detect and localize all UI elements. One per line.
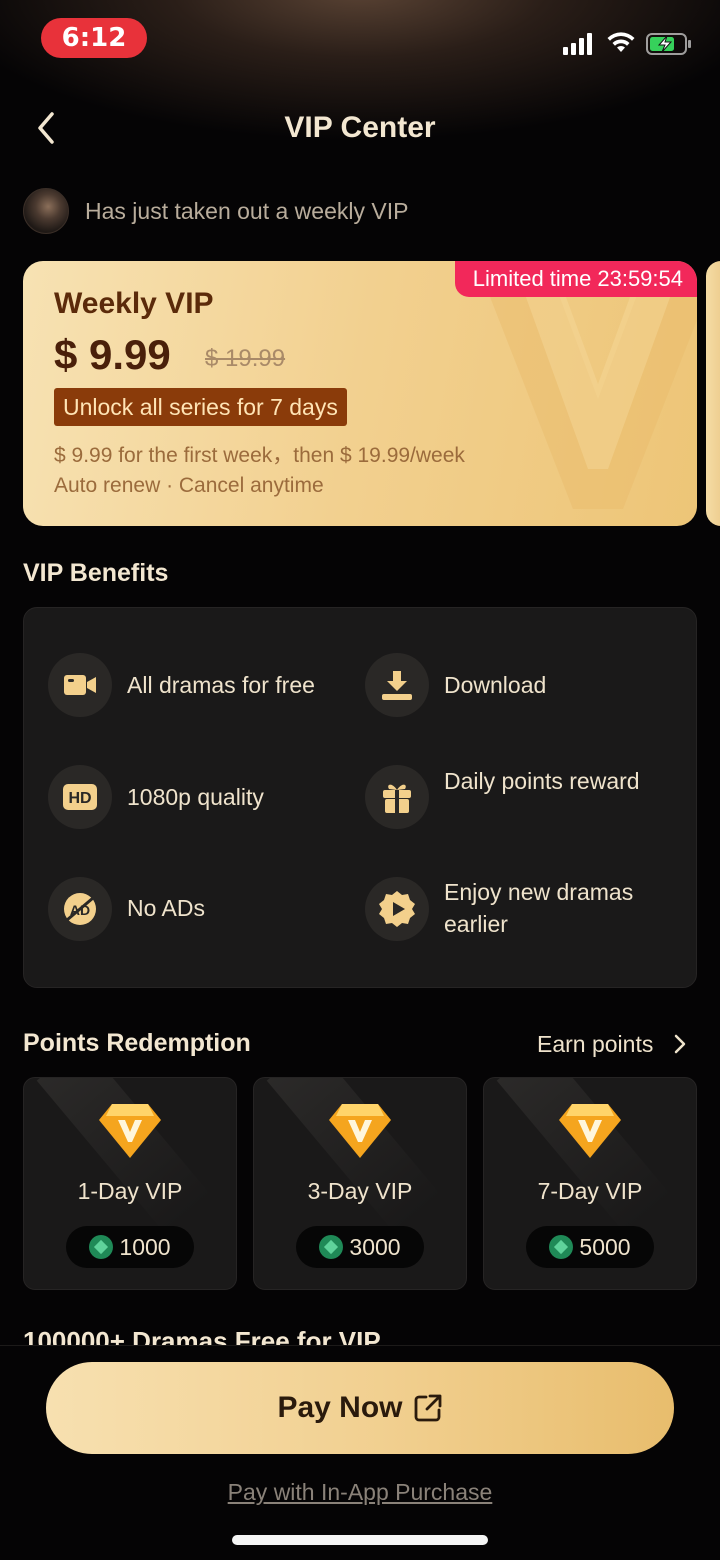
redeem-label: 1-Day VIP [77, 1178, 183, 1204]
chevron-right-icon[interactable] [673, 1034, 687, 1054]
cellular-signal-icon [563, 33, 592, 55]
benefit-download: Download [444, 672, 547, 698]
status-bar: 6:12 [0, 0, 720, 80]
limited-time-badge: Limited time 23:59:54 [454, 261, 697, 297]
pay-now-label: Pay Now [277, 1391, 403, 1424]
vip-gem-icon [559, 1104, 621, 1158]
countdown-timer: 23:59:54 [597, 266, 683, 291]
play-badge-icon [365, 877, 429, 941]
battery-charging-icon [646, 33, 691, 55]
weekly-vip-plan-card[interactable]: Limited time 23:59:54 Weekly VIP $ 9.99 $… [23, 261, 697, 526]
pricing-note: $ 9.99 for the first week，then $ 19.99/w… [54, 444, 465, 467]
points-coin-icon [549, 1235, 574, 1259]
no-ads-icon: AD [48, 877, 112, 941]
activity-text: Has just taken out a weekly VIP [85, 198, 409, 224]
vip-gem-icon [99, 1104, 161, 1158]
vip-watermark-icon [483, 279, 697, 509]
benefit-daily-points: Daily points reward [444, 768, 640, 794]
points-cost: 5000 [526, 1226, 654, 1268]
external-link-icon [414, 1394, 441, 1422]
original-price: $ 19.99 [205, 345, 286, 372]
unlock-tag: Unlock all series for 7 days [54, 388, 347, 426]
points-cost: 3000 [296, 1226, 424, 1268]
benefit-no-ads: No ADs [127, 895, 205, 921]
benefits-title: VIP Benefits [23, 559, 169, 587]
svg-text:HD: HD [68, 790, 91, 807]
vip-gem-icon [329, 1104, 391, 1158]
points-title: Points Redemption [23, 1029, 251, 1057]
earn-points-link[interactable]: Earn points [537, 1028, 653, 1060]
wifi-icon [607, 32, 635, 52]
redeem-7-day-vip[interactable]: 7-Day VIP 5000 [483, 1077, 697, 1290]
points-cost: 1000 [66, 1226, 194, 1268]
next-plan-card[interactable] [706, 261, 720, 526]
avatar [23, 188, 69, 234]
points-cost-value: 5000 [579, 1233, 631, 1260]
in-app-purchase-link[interactable]: Pay with In-App Purchase [0, 1477, 720, 1507]
points-coin-icon [89, 1235, 114, 1259]
home-indicator [232, 1535, 488, 1545]
benefit-new-dramas-earlier: Enjoy new dramas earlier [444, 879, 634, 937]
video-camera-icon [48, 653, 112, 717]
points-coin-icon [319, 1235, 344, 1259]
redeem-label: 7-Day VIP [537, 1178, 643, 1204]
redeem-1-day-vip[interactable]: 1-Day VIP 1000 [23, 1077, 237, 1290]
benefit-1080p: 1080p quality [127, 784, 264, 810]
status-time: 6:12 [41, 18, 147, 58]
redeem-3-day-vip[interactable]: 3-Day VIP 3000 [253, 1077, 467, 1290]
renew-note: Auto renew · Cancel anytime [54, 474, 324, 497]
gift-icon [365, 765, 429, 829]
download-icon [365, 653, 429, 717]
points-cost-value: 1000 [119, 1233, 171, 1260]
limited-time-label: Limited time [472, 266, 592, 291]
plan-price: $ 9.99 [54, 331, 171, 378]
page-title: VIP Center [284, 111, 436, 144]
pay-now-button[interactable]: Pay Now [46, 1362, 674, 1454]
hd-icon: HD [48, 765, 112, 829]
benefit-all-dramas: All dramas for free [127, 672, 315, 698]
plan-name: Weekly VIP [54, 287, 214, 320]
benefits-panel: All dramas for free Download HD 1080p qu… [23, 607, 697, 988]
points-cost-value: 3000 [349, 1233, 401, 1260]
redeem-label: 3-Day VIP [307, 1178, 413, 1204]
